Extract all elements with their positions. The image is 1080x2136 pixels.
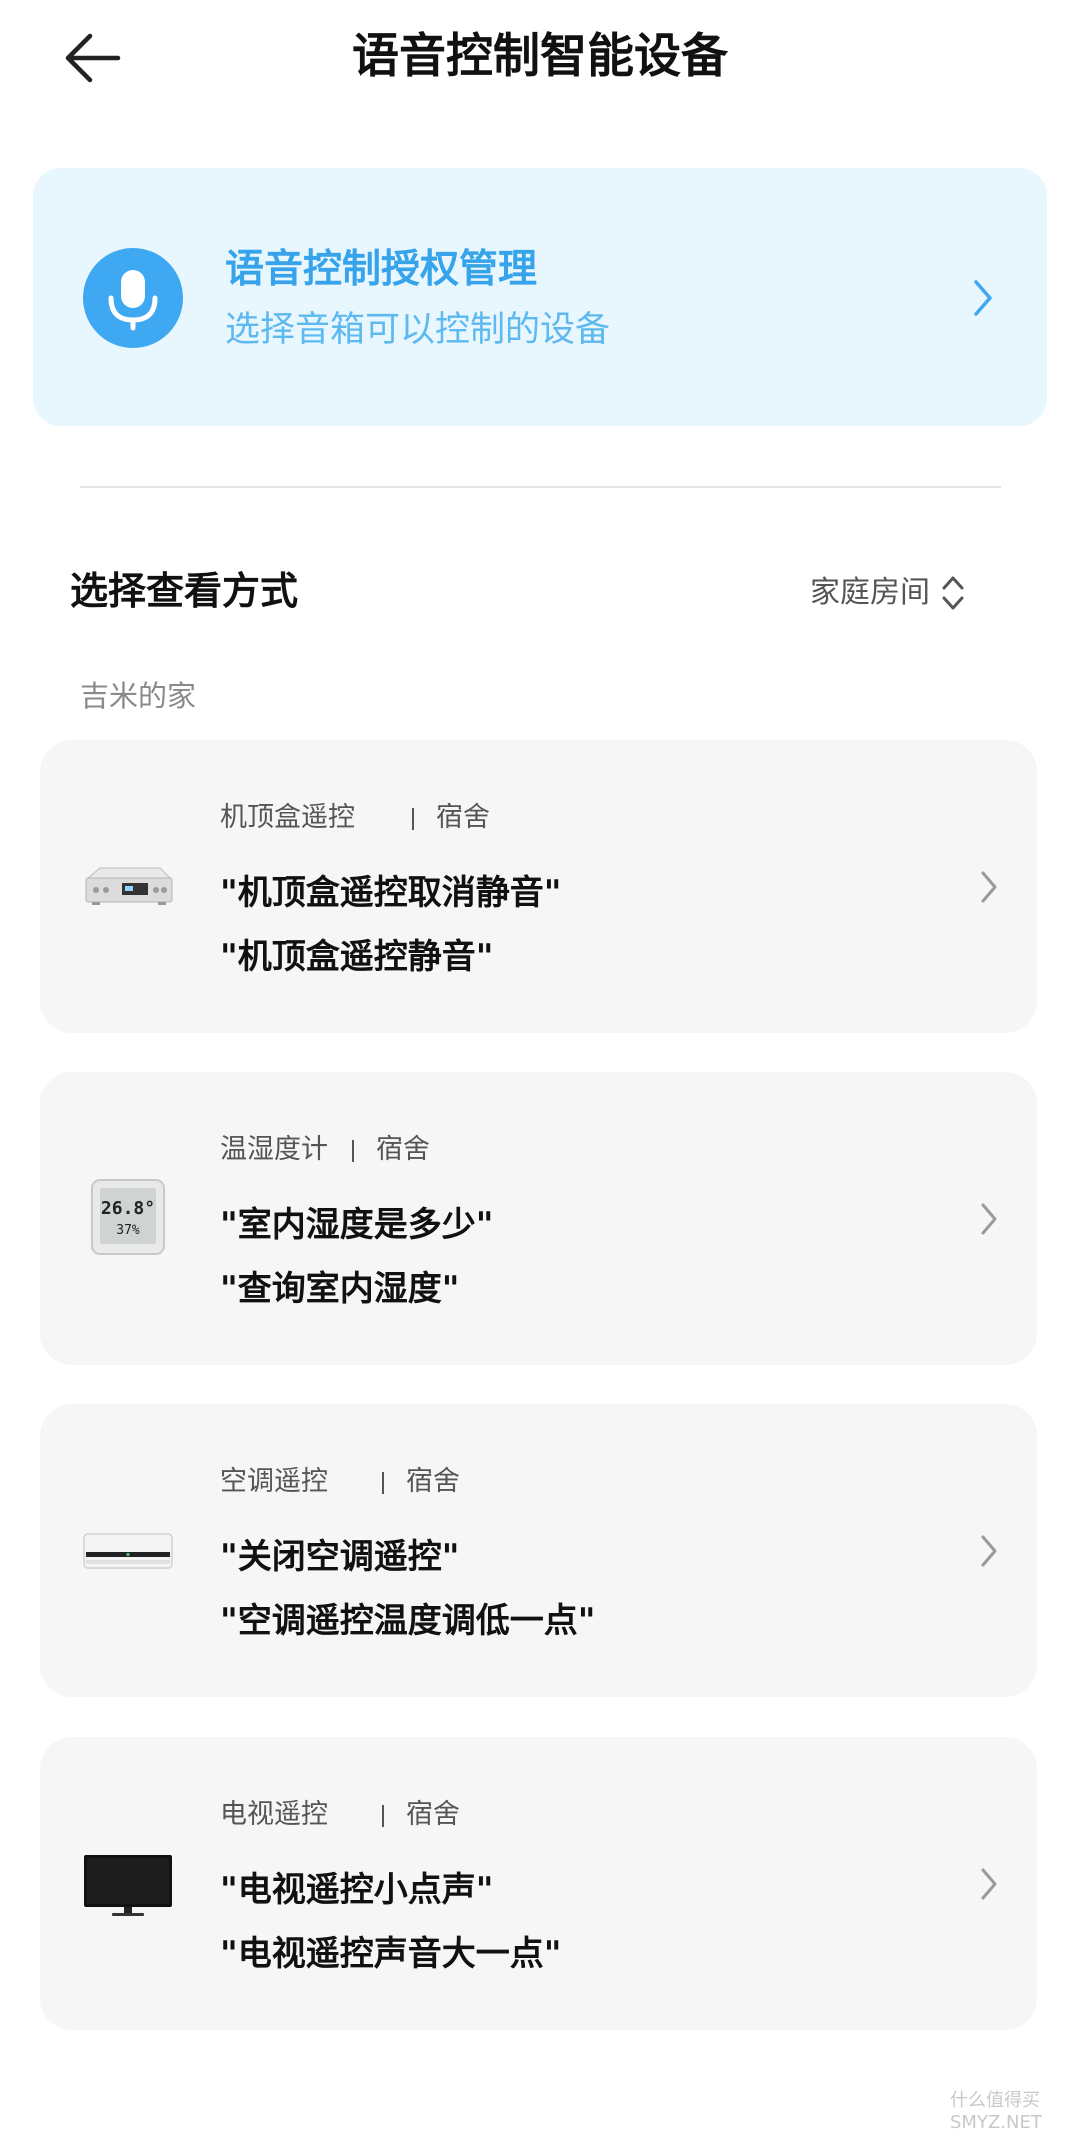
device-card-set-top-box[interactable]: 机顶盒遥控 宿舍 "机顶盒遥控取消静音" "机顶盒遥控静音": [40, 740, 1037, 1033]
device-image: [80, 838, 176, 934]
view-mode-value: 家庭房间: [810, 575, 930, 610]
header-bar: 语音控制智能设备: [0, 0, 1080, 120]
view-mode-selector[interactable]: 家庭房间: [810, 568, 966, 618]
home-name: 吉米的家: [80, 679, 197, 713]
voice-command: "机顶盒遥控静音": [220, 937, 494, 977]
device-card-air-conditioner[interactable]: 空调遥控 宿舍 "关闭空调遥控" "空调遥控温度调低一点": [40, 1404, 1037, 1697]
device-name: 空调遥控: [220, 1466, 328, 1497]
device-image: 26.8° 37%: [80, 1170, 176, 1266]
display-temperature: 26.8°: [101, 1198, 155, 1219]
set-top-box-icon: [85, 867, 173, 905]
chevron-right-icon: [981, 1203, 997, 1235]
auth-card-subtitle: 选择音箱可以控制的设备: [225, 310, 611, 350]
thermo-hygrometer-icon: 26.8° 37%: [91, 1179, 165, 1255]
voice-command: "电视遥控小点声": [220, 1870, 494, 1910]
name-room-separator: [382, 1472, 384, 1494]
television-icon: [84, 1855, 172, 1916]
page-title: 语音控制智能设备: [352, 29, 728, 84]
device-card-thermo-hygrometer[interactable]: 26.8° 37% 温湿度计 宿舍 "室内湿度是多少" "查询室内湿度": [40, 1072, 1037, 1365]
name-room-separator: [352, 1140, 354, 1162]
voice-command: "室内湿度是多少": [220, 1205, 494, 1245]
voice-command: "空调遥控温度调低一点": [220, 1601, 596, 1641]
microphone-badge: [83, 248, 183, 348]
voice-auth-management-card[interactable]: 语音控制授权管理 选择音箱可以控制的设备: [33, 168, 1047, 426]
chevron-right-icon: [981, 871, 997, 903]
watermark: 什么值得买 SMYZ.NET: [950, 2090, 1042, 2133]
device-name: 电视遥控: [220, 1799, 328, 1830]
name-room-separator: [412, 808, 414, 830]
device-image: [80, 1835, 176, 1931]
voice-command: "查询室内湿度": [220, 1269, 460, 1309]
display-humidity: 37%: [116, 1223, 140, 1238]
view-mode-label: 选择查看方式: [70, 569, 299, 613]
device-image: [80, 1502, 176, 1598]
device-room: 宿舍: [406, 1466, 460, 1497]
voice-command: "机顶盒遥控取消静音": [220, 873, 562, 913]
device-card-television[interactable]: 电视遥控 宿舍 "电视遥控小点声" "电视遥控声音大一点": [40, 1737, 1037, 2030]
device-room: 宿舍: [376, 1134, 430, 1165]
up-down-chevron-icon: [942, 576, 964, 610]
section-divider: [80, 486, 1001, 488]
chevron-right-icon: [974, 280, 992, 316]
device-room: 宿舍: [406, 1799, 460, 1830]
voice-command: "关闭空调遥控": [220, 1537, 460, 1577]
device-room: 宿舍: [436, 802, 490, 833]
device-name: 温湿度计: [220, 1134, 328, 1165]
auth-card-title: 语音控制授权管理: [225, 247, 538, 292]
name-room-separator: [382, 1805, 384, 1827]
microphone-icon: [108, 270, 158, 331]
chevron-right-icon: [981, 1868, 997, 1900]
air-conditioner-icon: [83, 1533, 173, 1569]
chevron-right-icon: [981, 1535, 997, 1567]
voice-command: "电视遥控声音大一点": [220, 1934, 562, 1974]
device-name: 机顶盒遥控: [220, 802, 355, 833]
